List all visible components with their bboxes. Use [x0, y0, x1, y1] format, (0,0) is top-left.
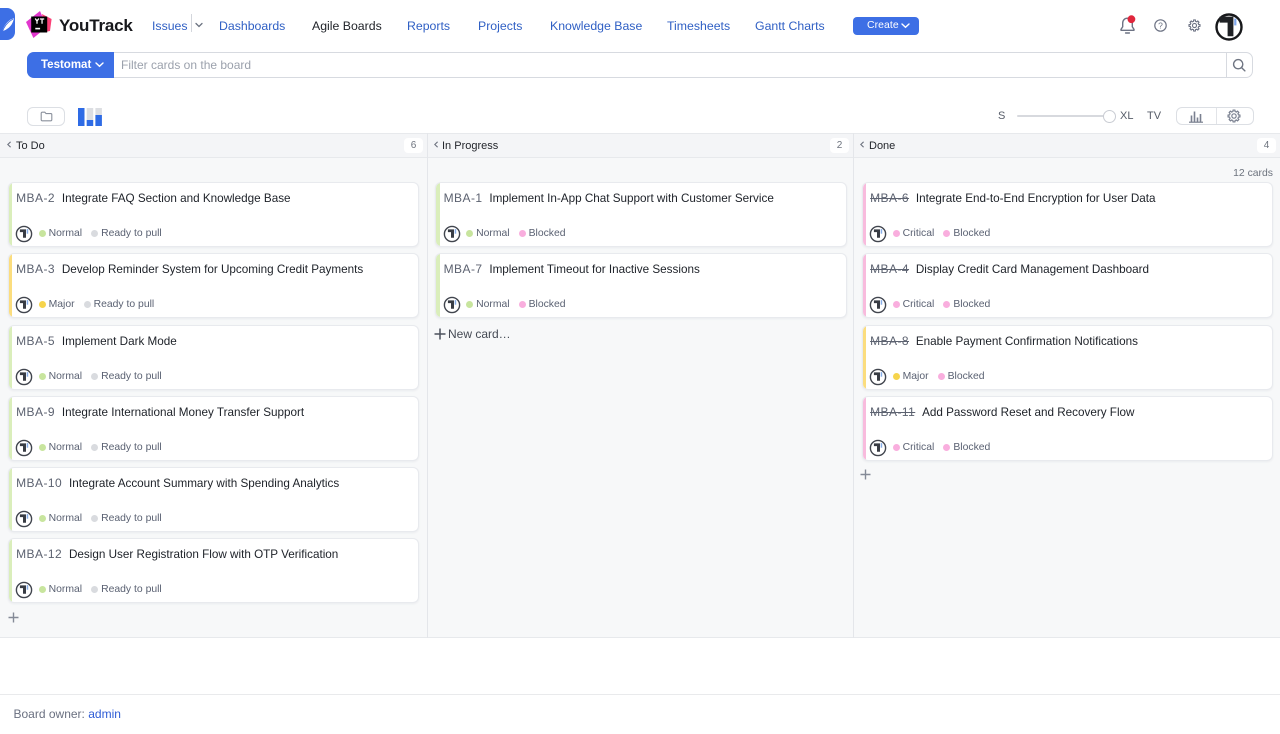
svg-text:?: ?	[1158, 21, 1163, 31]
